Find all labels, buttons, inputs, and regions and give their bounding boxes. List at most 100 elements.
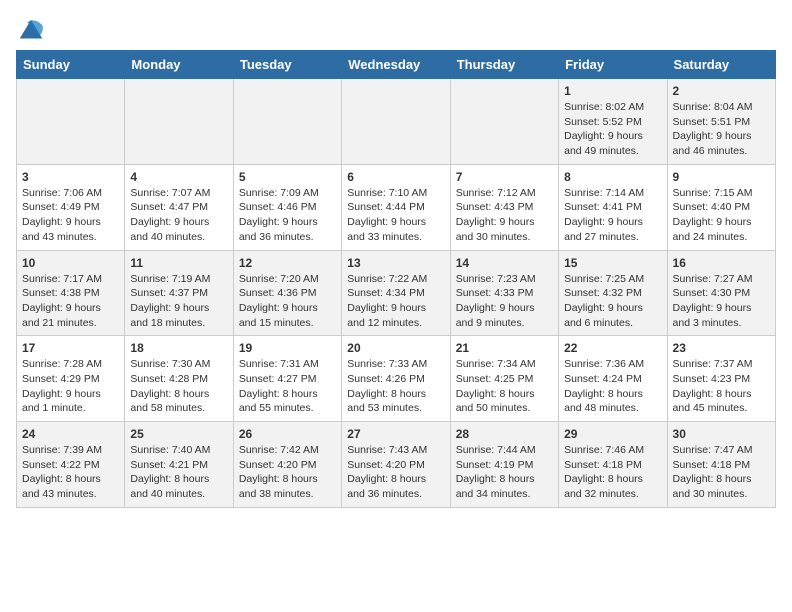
day-info: Sunrise: 7:28 AMSunset: 4:29 PMDaylight:… <box>22 357 119 416</box>
header-wednesday: Wednesday <box>342 51 450 79</box>
day-number: 20 <box>347 341 444 355</box>
day-number: 29 <box>564 427 661 441</box>
calendar-cell: 12 Sunrise: 7:20 AMSunset: 4:36 PMDayligh… <box>233 250 341 336</box>
calendar-cell: 24Sunrise: 7:39 AMSunset: 4:22 PMDayligh… <box>17 422 125 508</box>
header-saturday: Saturday <box>667 51 775 79</box>
calendar-cell <box>450 79 558 165</box>
day-info: Sunrise: 7:43 AMSunset: 4:20 PMDaylight:… <box>347 443 444 502</box>
calendar-cell: 22 Sunrise: 7:36 AMSunset: 4:24 PMDayligh… <box>559 336 667 422</box>
logo <box>16 16 50 46</box>
calendar-week-2: 3 Sunrise: 7:06 AMSunset: 4:49 PMDaylight… <box>17 164 776 250</box>
calendar-week-4: 17Sunrise: 7:28 AMSunset: 4:29 PMDayligh… <box>17 336 776 422</box>
calendar-cell: 29 Sunrise: 7:46 AMSunset: 4:18 PMDayligh… <box>559 422 667 508</box>
day-info: Sunrise: 7:07 AMSunset: 4:47 PMDaylight:… <box>130 186 227 245</box>
day-number: 27 <box>347 427 444 441</box>
calendar-cell: 26 Sunrise: 7:42 AMSunset: 4:20 PMDayligh… <box>233 422 341 508</box>
day-info: Sunrise: 7:42 AMSunset: 4:20 PMDaylight:… <box>239 443 336 502</box>
calendar-cell: 25 Sunrise: 7:40 AMSunset: 4:21 PMDayligh… <box>125 422 233 508</box>
calendar-header-row: Sunday Monday Tuesday Wednesday Thursday… <box>17 51 776 79</box>
calendar-cell: 6 Sunrise: 7:10 AMSunset: 4:44 PMDaylight… <box>342 164 450 250</box>
day-number: 12 <box>239 256 336 270</box>
day-info: Sunrise: 7:20 AMSunset: 4:36 PMDaylight:… <box>239 272 336 331</box>
day-info: Sunrise: 7:33 AMSunset: 4:26 PMDaylight:… <box>347 357 444 416</box>
calendar-cell: 15 Sunrise: 7:25 AMSunset: 4:32 PMDayligh… <box>559 250 667 336</box>
day-number: 25 <box>130 427 227 441</box>
day-number: 21 <box>456 341 553 355</box>
calendar-week-1: 1Sunrise: 8:02 AMSunset: 5:52 PMDaylight… <box>17 79 776 165</box>
day-info: Sunrise: 7:46 AMSunset: 4:18 PMDaylight:… <box>564 443 661 502</box>
calendar-cell <box>233 79 341 165</box>
day-number: 26 <box>239 427 336 441</box>
day-info: Sunrise: 7:30 AMSunset: 4:28 PMDaylight:… <box>130 357 227 416</box>
day-number: 6 <box>347 170 444 184</box>
day-number: 22 <box>564 341 661 355</box>
day-number: 7 <box>456 170 553 184</box>
day-info: Sunrise: 7:22 AMSunset: 4:34 PMDaylight:… <box>347 272 444 331</box>
calendar-cell: 27 Sunrise: 7:43 AMSunset: 4:20 PMDayligh… <box>342 422 450 508</box>
day-number: 9 <box>673 170 770 184</box>
day-info: Sunrise: 7:25 AMSunset: 4:32 PMDaylight:… <box>564 272 661 331</box>
day-number: 13 <box>347 256 444 270</box>
calendar-cell: 21 Sunrise: 7:34 AMSunset: 4:25 PMDayligh… <box>450 336 558 422</box>
calendar-week-3: 10 Sunrise: 7:17 AMSunset: 4:38 PMDayligh… <box>17 250 776 336</box>
day-info: Sunrise: 7:34 AMSunset: 4:25 PMDaylight:… <box>456 357 553 416</box>
day-number: 23 <box>673 341 770 355</box>
calendar-cell: 23 Sunrise: 7:37 AMSunset: 4:23 PMDayligh… <box>667 336 775 422</box>
header-sunday: Sunday <box>17 51 125 79</box>
day-info: Sunrise: 7:06 AMSunset: 4:49 PMDaylight:… <box>22 186 119 245</box>
day-number: 16 <box>673 256 770 270</box>
calendar-cell: 11Sunrise: 7:19 AMSunset: 4:37 PMDayligh… <box>125 250 233 336</box>
day-number: 18 <box>130 341 227 355</box>
day-info: Sunrise: 7:39 AMSunset: 4:22 PMDaylight:… <box>22 443 119 502</box>
day-info: Sunrise: 7:14 AMSunset: 4:41 PMDaylight:… <box>564 186 661 245</box>
calendar-cell: 1Sunrise: 8:02 AMSunset: 5:52 PMDaylight… <box>559 79 667 165</box>
day-info: Sunrise: 7:09 AMSunset: 4:46 PMDaylight:… <box>239 186 336 245</box>
day-number: 28 <box>456 427 553 441</box>
calendar-cell: 17Sunrise: 7:28 AMSunset: 4:29 PMDayligh… <box>17 336 125 422</box>
calendar-cell: 5 Sunrise: 7:09 AMSunset: 4:46 PMDaylight… <box>233 164 341 250</box>
calendar-cell: 28Sunrise: 7:44 AMSunset: 4:19 PMDayligh… <box>450 422 558 508</box>
calendar-cell: 9 Sunrise: 7:15 AMSunset: 4:40 PMDaylight… <box>667 164 775 250</box>
calendar-cell: 4 Sunrise: 7:07 AMSunset: 4:47 PMDaylight… <box>125 164 233 250</box>
header-thursday: Thursday <box>450 51 558 79</box>
day-info: Sunrise: 7:36 AMSunset: 4:24 PMDaylight:… <box>564 357 661 416</box>
day-number: 11 <box>130 256 227 270</box>
calendar-cell: 10 Sunrise: 7:17 AMSunset: 4:38 PMDayligh… <box>17 250 125 336</box>
day-number: 15 <box>564 256 661 270</box>
calendar-cell: 13 Sunrise: 7:22 AMSunset: 4:34 PMDayligh… <box>342 250 450 336</box>
calendar-cell: 20 Sunrise: 7:33 AMSunset: 4:26 PMDayligh… <box>342 336 450 422</box>
calendar-table: Sunday Monday Tuesday Wednesday Thursday… <box>16 50 776 508</box>
header-monday: Monday <box>125 51 233 79</box>
day-info: Sunrise: 7:15 AMSunset: 4:40 PMDaylight:… <box>673 186 770 245</box>
day-number: 5 <box>239 170 336 184</box>
day-info: Sunrise: 7:17 AMSunset: 4:38 PMDaylight:… <box>22 272 119 331</box>
day-number: 8 <box>564 170 661 184</box>
calendar-cell: 8 Sunrise: 7:14 AMSunset: 4:41 PMDaylight… <box>559 164 667 250</box>
day-number: 2 <box>673 84 770 98</box>
day-number: 30 <box>673 427 770 441</box>
calendar-cell: 14Sunrise: 7:23 AMSunset: 4:33 PMDayligh… <box>450 250 558 336</box>
day-number: 10 <box>22 256 119 270</box>
day-info: Sunrise: 7:47 AMSunset: 4:18 PMDaylight:… <box>673 443 770 502</box>
calendar-cell: 16 Sunrise: 7:27 AMSunset: 4:30 PMDayligh… <box>667 250 775 336</box>
calendar-cell: 19Sunrise: 7:31 AMSunset: 4:27 PMDayligh… <box>233 336 341 422</box>
day-number: 4 <box>130 170 227 184</box>
calendar-cell: 7 Sunrise: 7:12 AMSunset: 4:43 PMDaylight… <box>450 164 558 250</box>
header-friday: Friday <box>559 51 667 79</box>
day-info: Sunrise: 7:12 AMSunset: 4:43 PMDaylight:… <box>456 186 553 245</box>
day-info: Sunrise: 7:31 AMSunset: 4:27 PMDaylight:… <box>239 357 336 416</box>
day-info: Sunrise: 7:37 AMSunset: 4:23 PMDaylight:… <box>673 357 770 416</box>
header-tuesday: Tuesday <box>233 51 341 79</box>
calendar-cell: 3 Sunrise: 7:06 AMSunset: 4:49 PMDaylight… <box>17 164 125 250</box>
calendar-cell <box>342 79 450 165</box>
day-info: Sunrise: 7:27 AMSunset: 4:30 PMDaylight:… <box>673 272 770 331</box>
day-info: Sunrise: 7:40 AMSunset: 4:21 PMDaylight:… <box>130 443 227 502</box>
calendar-cell: 18 Sunrise: 7:30 AMSunset: 4:28 PMDayligh… <box>125 336 233 422</box>
calendar-cell <box>125 79 233 165</box>
calendar-cell: 30 Sunrise: 7:47 AMSunset: 4:18 PMDayligh… <box>667 422 775 508</box>
calendar-cell <box>17 79 125 165</box>
day-info: Sunrise: 7:23 AMSunset: 4:33 PMDaylight:… <box>456 272 553 331</box>
day-info: Sunrise: 7:10 AMSunset: 4:44 PMDaylight:… <box>347 186 444 245</box>
day-number: 3 <box>22 170 119 184</box>
logo-icon <box>16 16 46 46</box>
